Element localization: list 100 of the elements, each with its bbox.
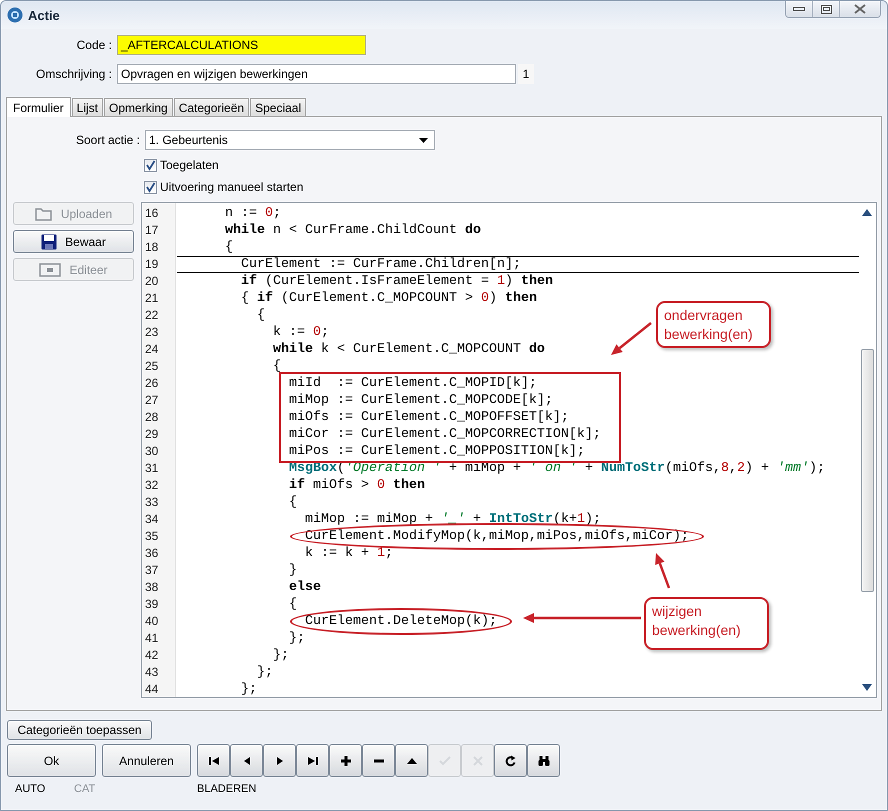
next-button[interactable] <box>263 744 296 777</box>
description-field[interactable]: Opvragen en wijzigen bewerkingen <box>117 64 516 84</box>
status-text: AUTO <box>15 783 46 795</box>
line-number: 38 <box>144 579 160 596</box>
last-record-icon <box>306 754 318 766</box>
first-record-icon <box>208 754 220 766</box>
folder-icon <box>34 206 53 220</box>
line-number: 39 <box>144 596 160 613</box>
scrollbar-thumb[interactable] <box>861 349 874 592</box>
code-line: while k < CurElement.C_MOPCOUNT do <box>272 342 545 357</box>
code-line: n := 0; <box>225 206 281 221</box>
save-button[interactable]: Bewaar <box>13 230 134 253</box>
line-number: 17 <box>144 222 160 239</box>
line-number: 29 <box>144 426 160 443</box>
tab[interactable]: Categorieën <box>174 98 250 116</box>
first-button[interactable] <box>197 744 230 777</box>
code-line: CurElement.DeleteMop(k); <box>304 614 497 629</box>
field-label: Soort actie : <box>74 133 140 147</box>
code-line: }; <box>241 682 257 697</box>
code-line: { <box>288 597 297 612</box>
line-number: 37 <box>144 562 160 579</box>
action-type-dropdown[interactable]: 1. Gebeurtenis <box>145 130 435 150</box>
counter: 1 <box>518 64 534 84</box>
code-line: { <box>288 495 297 510</box>
line-number: 43 <box>144 664 160 681</box>
code-field[interactable]: _AFTERCALCULATIONS <box>117 35 366 55</box>
line-number: 23 <box>144 324 160 341</box>
cross-icon <box>472 754 484 766</box>
line-number: 44 <box>144 681 160 697</box>
callout: wijzigen bewerking(en) <box>644 597 769 650</box>
code-line: } <box>288 563 297 578</box>
status-text: BLADEREN <box>197 783 256 795</box>
scroll-up-icon[interactable] <box>862 209 872 216</box>
line-number: 31 <box>144 460 160 477</box>
tab[interactable]: Formulier <box>6 97 71 117</box>
line-number: 24 <box>144 341 160 358</box>
checkbox[interactable] <box>144 180 157 194</box>
line-number: 35 <box>144 528 160 545</box>
line-number: 28 <box>144 409 160 426</box>
checkbox-label: Uitvoering manueel starten <box>160 180 304 194</box>
tab[interactable]: Lijst <box>72 98 104 116</box>
line-number: 30 <box>144 443 160 460</box>
code-line: else <box>288 580 321 595</box>
plus-icon <box>340 754 352 766</box>
caret-icon <box>419 138 428 142</box>
line-number: 19 <box>144 256 160 273</box>
checkbox[interactable] <box>144 158 157 172</box>
line-number: 26 <box>144 375 160 392</box>
code-line: }; <box>256 665 273 680</box>
line-number: 16 <box>144 205 160 222</box>
last-button[interactable] <box>296 744 329 777</box>
code-line: while n < CurFrame.ChildCount do <box>225 223 481 238</box>
line-number: 40 <box>144 613 160 630</box>
remove-button[interactable] <box>362 744 395 777</box>
binoculars-icon <box>538 754 550 766</box>
code-line: miOfs := CurElement.C_MOPOFFSET[k]; <box>288 410 569 425</box>
code-line: { <box>256 308 265 323</box>
line-number: 34 <box>144 511 160 528</box>
code-line: miMop := miMop + '_' + IntToStr(k+1); <box>304 512 601 527</box>
code-line: miPos := CurElement.C_MOPPOSITION[k]; <box>288 444 585 459</box>
tab[interactable]: Speciaal <box>250 98 306 116</box>
code-line: }; <box>288 631 305 646</box>
code-line: { <box>272 359 281 374</box>
line-number: 25 <box>144 358 160 375</box>
tab[interactable]: Opmerking <box>104 98 173 116</box>
code-line: k := 0; <box>272 325 329 340</box>
line-number: 33 <box>144 494 160 511</box>
window-title: Actie <box>28 8 60 22</box>
code-editor[interactable] <box>141 202 877 698</box>
code-line: CurElement := CurFrame.Children[n]; <box>241 257 521 272</box>
code-line: CurElement.ModifyMop(k,miMop,miPos,miOfs,miCor); <box>304 529 689 544</box>
arrow <box>611 322 652 355</box>
up-button[interactable] <box>395 744 428 777</box>
check-icon <box>438 754 450 766</box>
previous-button[interactable] <box>230 744 263 777</box>
edit-form-icon <box>39 262 62 276</box>
scroll-down-icon[interactable] <box>862 684 872 691</box>
code-line: if miOfs > 0 then <box>288 478 425 493</box>
code-line: }; <box>272 648 289 663</box>
search-button[interactable] <box>527 744 560 777</box>
field-label: Code : <box>76 38 112 52</box>
dialog-button[interactable]: Ok <box>7 744 96 777</box>
code-line: miCor := CurElement.C_MOPCORRECTION[k]; <box>288 427 601 442</box>
code-line: k := k + 1; <box>304 546 393 561</box>
line-number: 42 <box>144 647 160 664</box>
callout: ondervragen bewerking(en) <box>656 301 771 348</box>
line-number: 21 <box>144 290 160 307</box>
minimize-icon <box>793 6 805 12</box>
maximize-button[interactable] <box>813 1 840 17</box>
code-line: miMop := CurElement.C_MOPCODE[k]; <box>288 393 553 408</box>
refresh-button[interactable] <box>494 744 527 777</box>
line-number: 20 <box>144 273 160 290</box>
apply-categories-button[interactable]: Categorieën toepassen <box>7 720 152 740</box>
add-button[interactable] <box>329 744 362 777</box>
code-line: { if (CurElement.C_MOPCOUNT > 0) then <box>241 291 537 306</box>
minimize-button[interactable] <box>786 1 813 17</box>
dialog-button[interactable]: Annuleren <box>102 744 191 777</box>
code-line: miId := CurElement.C_MOPID[k]; <box>288 376 537 391</box>
line-number: 22 <box>144 307 160 324</box>
close-button[interactable] <box>840 1 880 17</box>
